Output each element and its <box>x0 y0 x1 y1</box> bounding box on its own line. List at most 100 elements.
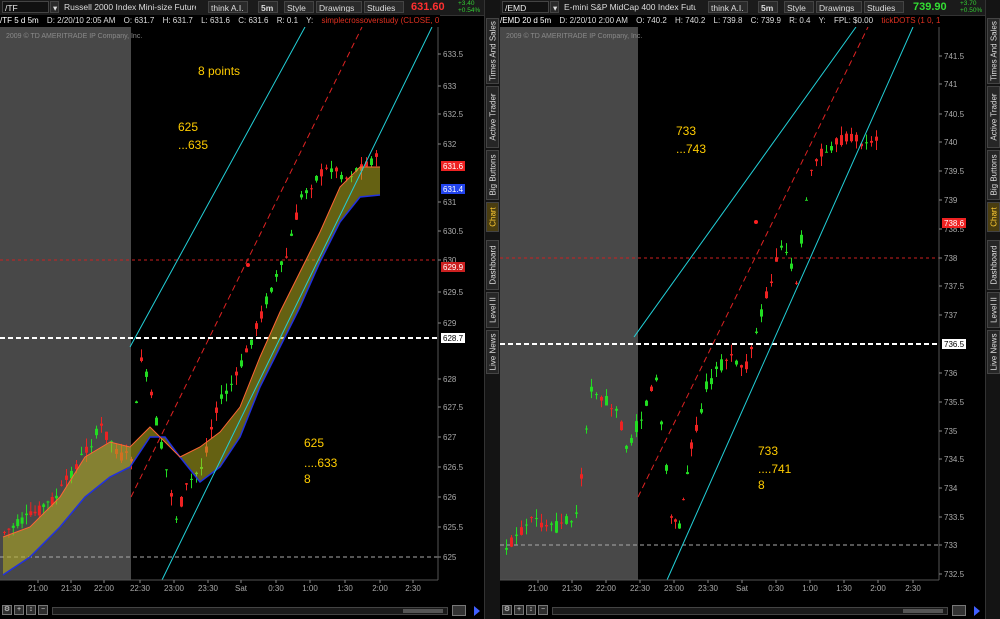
tab-live-news-right[interactable]: Live News <box>987 330 1000 374</box>
candle-body <box>16 519 20 527</box>
candle-body <box>740 365 743 368</box>
left-think-ai-button[interactable]: think A.I. <box>208 1 248 13</box>
tab-active-trader[interactable]: Active Trader <box>486 86 499 148</box>
tab-active-trader-right[interactable]: Active Trader <box>987 86 1000 148</box>
price-tick-label: 625 <box>443 553 457 562</box>
price-tick-label: 736 <box>944 369 958 378</box>
candle-body <box>60 484 63 486</box>
right-zoom-out-icon[interactable]: − <box>538 605 548 615</box>
right-scrollbar[interactable] <box>552 607 948 615</box>
candle-body <box>530 517 533 519</box>
left-zoom-in-icon[interactable]: + <box>14 605 24 615</box>
left-scroll-right-icon[interactable] <box>474 606 480 616</box>
left-cursor-icon[interactable]: ↕ <box>26 605 36 615</box>
left-zoom-out-icon[interactable]: − <box>38 605 48 615</box>
price-marker-label: 628.7 <box>443 334 464 343</box>
tab-times-and-sales-right[interactable]: Times And Sales <box>987 18 1000 84</box>
left-symbol-field[interactable]: /TF <box>2 1 49 13</box>
tab-level-ii-right[interactable]: Level II <box>987 292 1000 328</box>
tab-chart[interactable]: Chart <box>486 202 499 232</box>
right-expand-icon[interactable] <box>952 605 966 616</box>
price-marker-label: 736.5 <box>944 340 965 349</box>
right-studies-button[interactable]: Studies <box>864 1 904 13</box>
right-zoom-in-icon[interactable]: + <box>514 605 524 615</box>
right-interval-selector[interactable]: 5m <box>758 1 778 13</box>
candle-body <box>835 138 838 145</box>
right-sub-high: H: 740.2 <box>675 16 706 25</box>
candle-body <box>674 519 677 522</box>
right-drawings-button[interactable]: Drawings <box>816 1 862 13</box>
candle-body <box>590 386 593 392</box>
candle-body <box>165 469 168 471</box>
left-settings-icon[interactable]: ⚙ <box>2 605 12 615</box>
candle-body <box>620 421 623 431</box>
tab-dashboard-right[interactable]: Dashboard <box>987 240 1000 290</box>
candle-body <box>875 136 878 141</box>
left-interval-selector[interactable]: 5m <box>258 1 278 13</box>
right-cursor-icon[interactable]: ↕ <box>526 605 536 615</box>
left-change-pct: +0.54% <box>458 7 481 14</box>
left-style-button[interactable]: Style <box>284 1 314 13</box>
tab-level-ii[interactable]: Level II <box>486 292 499 328</box>
copyright-text: 2009 © TD AMERITRADE IP Company, Inc. <box>6 32 142 40</box>
right-symbol-dropdown[interactable]: ▾ <box>550 1 559 13</box>
candle-body <box>610 408 613 410</box>
candle-body <box>180 496 183 507</box>
left-price-chart[interactable]: 2009 © TD AMERITRADE IP Company, Inc. 8 p… <box>0 27 468 602</box>
right-think-ai-button[interactable]: think A.I. <box>708 1 748 13</box>
time-tick-label: 1:00 <box>802 584 818 593</box>
tab-times-and-sales[interactable]: Times And Sales <box>486 18 499 84</box>
left-sub-symbol: /TF 5 d 5m <box>0 16 39 25</box>
candle-body <box>550 523 553 525</box>
tab-chart-right[interactable]: Chart <box>987 202 1000 232</box>
regression-center-line <box>637 27 869 498</box>
right-side-tab-strip: Times And Sales Active Trader Big Button… <box>985 0 1000 619</box>
left-studies-button[interactable]: Studies <box>364 1 404 13</box>
right-symbol-field[interactable]: /EMD <box>502 1 549 13</box>
left-expand-icon[interactable] <box>452 605 466 616</box>
left-side-tab-strip: Times And Sales Active Trader Big Button… <box>484 0 500 619</box>
candle-body <box>820 148 823 157</box>
time-tick-label: 0:30 <box>768 584 784 593</box>
left-change-abs: +3.40 <box>458 0 475 7</box>
left-sub-date: D: 2/20/10 2:05 AM <box>46 16 116 25</box>
right-info-bar: /EMD 20 d 5m D: 2/20/10 2:00 AM O: 740.2… <box>500 15 940 27</box>
candle-body <box>705 381 708 390</box>
tab-big-buttons-right[interactable]: Big Buttons <box>987 150 1000 200</box>
tab-dashboard[interactable]: Dashboard <box>486 240 499 290</box>
candle-body <box>580 474 583 479</box>
candle-body <box>515 534 518 536</box>
annotation-text: 8 <box>758 478 765 492</box>
time-tick-label: 22:00 <box>596 584 617 593</box>
left-drawings-button[interactable]: Drawings <box>316 1 362 13</box>
candle-body <box>735 360 738 365</box>
regression-channel-line <box>633 27 857 338</box>
candle-body <box>145 371 148 377</box>
regression-channel-line <box>666 27 914 581</box>
price-tick-label: 627 <box>443 433 457 442</box>
tab-live-news[interactable]: Live News <box>486 330 499 374</box>
candle-body <box>560 522 563 524</box>
left-scrollbar[interactable] <box>52 607 448 615</box>
right-style-button[interactable]: Style <box>784 1 814 13</box>
left-bottom-bar: ⚙ + ↕ − <box>0 603 484 619</box>
candle-body <box>275 274 278 277</box>
candle-body <box>630 437 633 443</box>
time-tick-label: 1:00 <box>302 584 318 593</box>
candle-body <box>805 199 808 201</box>
price-tick-label: 629.5 <box>443 288 464 297</box>
candle-body <box>780 245 783 248</box>
right-change-abs: +3.70 <box>960 0 977 7</box>
tab-big-buttons[interactable]: Big Buttons <box>486 150 499 200</box>
candle-body <box>565 516 568 524</box>
candle-body <box>105 431 108 440</box>
right-scroll-right-icon[interactable] <box>974 606 980 616</box>
candle-body <box>25 513 28 516</box>
left-symbol-dropdown[interactable]: ▾ <box>50 1 59 13</box>
right-settings-icon[interactable]: ⚙ <box>502 605 512 615</box>
annotation-text: 625 <box>178 120 198 134</box>
price-tick-label: 633.5 <box>443 50 464 59</box>
right-price-chart[interactable]: 2009 © TD AMERITRADE IP Company, Inc. 733… <box>500 27 969 602</box>
candle-body <box>570 521 573 523</box>
annotation-text: 733 <box>676 124 696 138</box>
